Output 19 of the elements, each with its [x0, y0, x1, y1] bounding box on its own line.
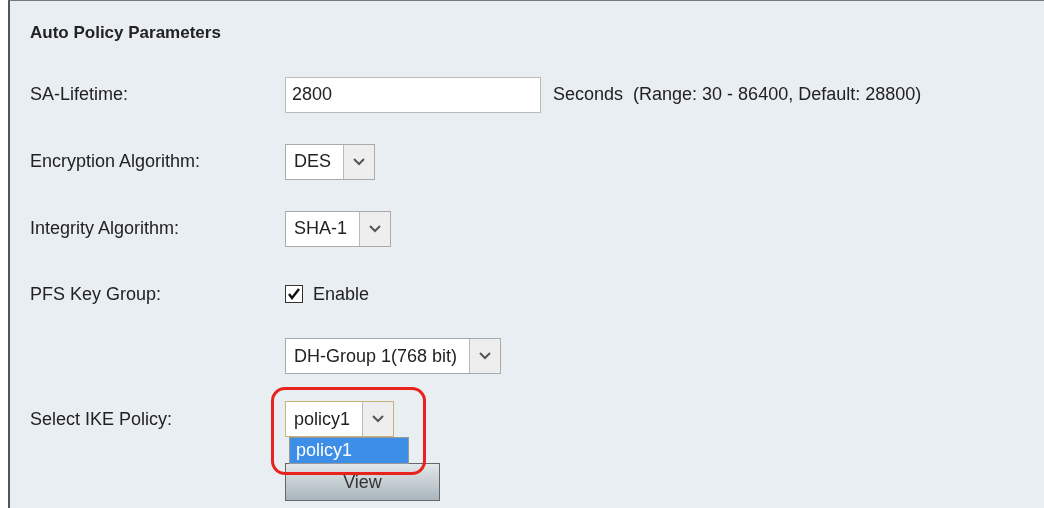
field-label: Integrity Algorithm:	[30, 218, 180, 238]
range-hint: Seconds (Range: 30 - 86400, Default: 28800)	[553, 84, 922, 105]
field-label: Encryption Algorithm:	[30, 151, 201, 171]
chevron-down-icon	[469, 339, 501, 373]
lifetime-field[interactable]: 2800	[285, 76, 541, 113]
view-button[interactable]: View	[285, 463, 440, 501]
dropdown[interactable]: SHA-1	[285, 210, 391, 247]
checkbox-label: Enable	[313, 283, 370, 305]
chevron-down-icon	[359, 211, 390, 246]
chevron-down-icon	[343, 144, 374, 179]
dropdown[interactable]: DH-Group 1(768 bit)	[285, 338, 502, 374]
dropdown[interactable]: DES	[285, 143, 375, 180]
checkbox[interactable]	[285, 285, 303, 303]
field-label: PFS Key Group:	[30, 283, 162, 304]
chevron-down-icon	[362, 402, 394, 436]
field-label: SA-Lifetime:	[30, 84, 129, 104]
section-title: Auto Policy Parameters	[30, 23, 221, 43]
dropdown[interactable]: policy1	[285, 401, 395, 437]
field-label: Select IKE Policy:	[30, 408, 173, 429]
